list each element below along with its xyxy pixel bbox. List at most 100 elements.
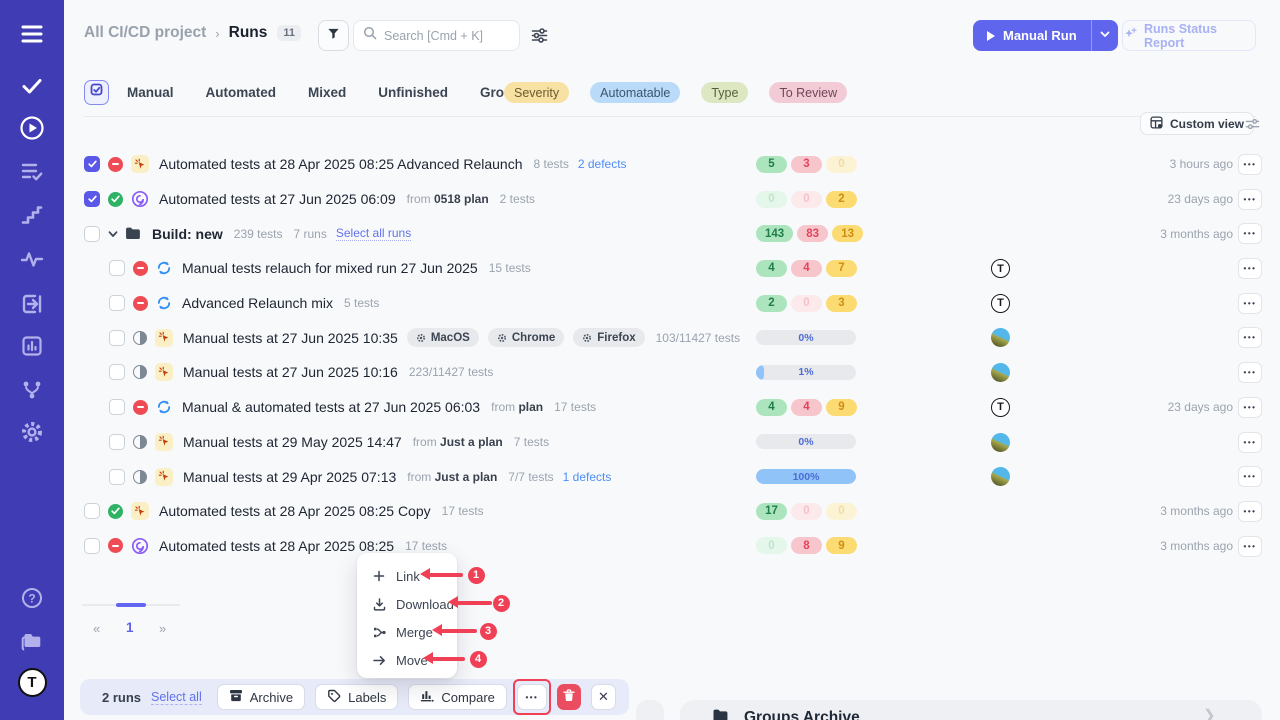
- run-title[interactable]: Manual tests at 29 May 2025 14:47: [183, 434, 402, 450]
- environment-avatar[interactable]: [991, 433, 1010, 452]
- row-menu-button[interactable]: •••: [1238, 362, 1262, 383]
- runs-status-report-button[interactable]: Runs Status Report: [1122, 20, 1256, 51]
- sidebar-item-milestones[interactable]: [0, 201, 64, 229]
- runs-play-icon: [19, 115, 45, 141]
- environment-avatar-t[interactable]: T: [991, 294, 1010, 313]
- menu-item-merge[interactable]: Merge: [357, 618, 457, 646]
- row-checkbox[interactable]: [84, 226, 100, 242]
- row-menu-button[interactable]: •••: [1238, 432, 1262, 453]
- sidebar-item-tests-check[interactable]: [0, 72, 64, 100]
- run-title[interactable]: Automated tests at 28 Apr 2025 08:25: [159, 538, 394, 554]
- sidebar-item-integrations[interactable]: [0, 376, 64, 404]
- row-checkbox[interactable]: [84, 191, 100, 207]
- menu-item-link[interactable]: Link: [357, 562, 457, 590]
- search-box[interactable]: [353, 20, 520, 51]
- row-checkbox[interactable]: [109, 399, 125, 415]
- sidebar-item-menu[interactable]: [0, 20, 64, 48]
- run-tests-count: 2 tests: [500, 192, 535, 206]
- sidebar-item-test-plans[interactable]: [0, 157, 64, 185]
- row-menu-button[interactable]: •••: [1238, 293, 1262, 314]
- manual-run-dropdown[interactable]: [1091, 20, 1118, 51]
- sidebar-item-runs-play[interactable]: [0, 114, 64, 142]
- environment-avatar[interactable]: [991, 467, 1010, 486]
- tab-mixed[interactable]: Mixed: [308, 85, 346, 100]
- environment-avatar-t[interactable]: T: [991, 259, 1010, 278]
- sidebar-item-projects-folder[interactable]: [0, 628, 64, 656]
- row-menu-button[interactable]: •••: [1238, 189, 1262, 210]
- run-title[interactable]: Manual tests at 27 Jun 2025 10:35: [183, 330, 398, 346]
- row-menu-button[interactable]: •••: [1238, 154, 1262, 175]
- run-title[interactable]: Manual & automated tests at 27 Jun 2025 …: [182, 399, 480, 415]
- filter-badge-to-review[interactable]: To Review: [769, 82, 847, 103]
- environment-avatar-t[interactable]: T: [991, 398, 1010, 417]
- column-settings-icon[interactable]: [1245, 117, 1260, 137]
- search-settings-icon[interactable]: [531, 27, 548, 49]
- filter-badge-automatable[interactable]: Automatable: [590, 82, 680, 103]
- row-checkbox[interactable]: [109, 330, 125, 346]
- row-menu-button[interactable]: •••: [1238, 327, 1262, 348]
- sidebar-item-requirements[interactable]: [0, 290, 64, 318]
- row-checkbox[interactable]: [84, 503, 100, 519]
- sidebar-item-profile-avatar[interactable]: T: [0, 668, 64, 696]
- filter-badges: Severity Automatable Type To Review: [504, 82, 847, 103]
- progress-label: 1%: [756, 365, 856, 380]
- pagination-prev[interactable]: «: [93, 621, 100, 636]
- row-checkbox[interactable]: [84, 156, 100, 172]
- run-row: Manual & automated tests at 27 Jun 2025 …: [64, 390, 1280, 425]
- groups-archive-panel[interactable]: Groups Archive ❯: [680, 700, 1262, 720]
- sidebar-item-reports[interactable]: [0, 332, 64, 360]
- row-checkbox[interactable]: [109, 260, 125, 276]
- pagination-page-1[interactable]: 1: [126, 620, 134, 635]
- delete-button[interactable]: [557, 684, 581, 710]
- select-all-link[interactable]: Select all: [151, 690, 202, 705]
- row-menu-button[interactable]: •••: [1238, 258, 1262, 279]
- menu-item-move[interactable]: Move: [357, 646, 457, 674]
- row-menu-button[interactable]: •••: [1238, 466, 1262, 487]
- row-menu-button[interactable]: •••: [1238, 536, 1262, 557]
- run-title[interactable]: Advanced Relaunch mix: [182, 295, 333, 311]
- run-title[interactable]: Automated tests at 28 Apr 2025 08:25 Adv…: [159, 156, 522, 172]
- tab-unfinished[interactable]: Unfinished: [378, 85, 448, 100]
- more-actions-button[interactable]: •••: [517, 684, 547, 710]
- close-selection-bar-button[interactable]: ✕: [591, 684, 616, 710]
- compare-button[interactable]: Compare: [408, 684, 506, 710]
- pagination-next[interactable]: »: [159, 621, 166, 636]
- chevron-down-icon[interactable]: [107, 228, 119, 240]
- filter-badge-severity[interactable]: Severity: [504, 82, 569, 103]
- row-checkbox[interactable]: [109, 364, 125, 380]
- run-defects-link[interactable]: 2 defects: [578, 157, 627, 171]
- run-time-ago: 3 hours ago: [1170, 147, 1233, 182]
- run-title[interactable]: Automated tests at 27 Jun 2025 06:09: [159, 191, 396, 207]
- sidebar-item-defects-pulse[interactable]: [0, 245, 64, 273]
- filter-badge-type[interactable]: Type: [701, 82, 748, 103]
- menu-item-download[interactable]: Download: [357, 590, 457, 618]
- search-input[interactable]: [384, 29, 504, 43]
- tab-manual[interactable]: Manual: [127, 85, 174, 100]
- row-checkbox[interactable]: [109, 434, 125, 450]
- run-title[interactable]: Manual tests at 29 Apr 2025 07:13: [183, 469, 396, 485]
- sidebar-item-help[interactable]: ?: [0, 584, 64, 612]
- row-menu-button[interactable]: •••: [1238, 501, 1262, 522]
- row-checkbox[interactable]: [109, 295, 125, 311]
- run-title[interactable]: Build: new: [152, 226, 223, 242]
- archive-button[interactable]: Archive: [217, 684, 305, 710]
- labels-button[interactable]: Labels: [315, 684, 398, 710]
- breadcrumb-project[interactable]: All CI/CD project: [84, 24, 206, 42]
- environment-avatar[interactable]: [991, 328, 1010, 347]
- row-checkbox[interactable]: [84, 538, 100, 554]
- row-menu-button[interactable]: •••: [1238, 397, 1262, 418]
- run-title[interactable]: Automated tests at 28 Apr 2025 08:25 Cop…: [159, 503, 431, 519]
- sidebar-item-settings-gear[interactable]: [0, 418, 64, 446]
- row-menu-button[interactable]: •••: [1238, 223, 1262, 244]
- manual-run-button[interactable]: Manual Run: [973, 20, 1091, 51]
- select-all-runs-link[interactable]: Select all runs: [336, 226, 411, 241]
- tab-automated[interactable]: Automated: [206, 85, 277, 100]
- row-checkbox[interactable]: [109, 469, 125, 485]
- run-defects-link[interactable]: 1 defects: [563, 470, 612, 484]
- custom-view-button[interactable]: Custom view: [1140, 112, 1254, 135]
- environment-avatar[interactable]: [991, 363, 1010, 382]
- run-title[interactable]: Manual tests relauch for mixed run 27 Ju…: [182, 260, 478, 276]
- select-all-visible-button[interactable]: [84, 80, 109, 105]
- run-title[interactable]: Manual tests at 27 Jun 2025 10:16: [183, 364, 398, 380]
- filter-button[interactable]: [318, 20, 349, 51]
